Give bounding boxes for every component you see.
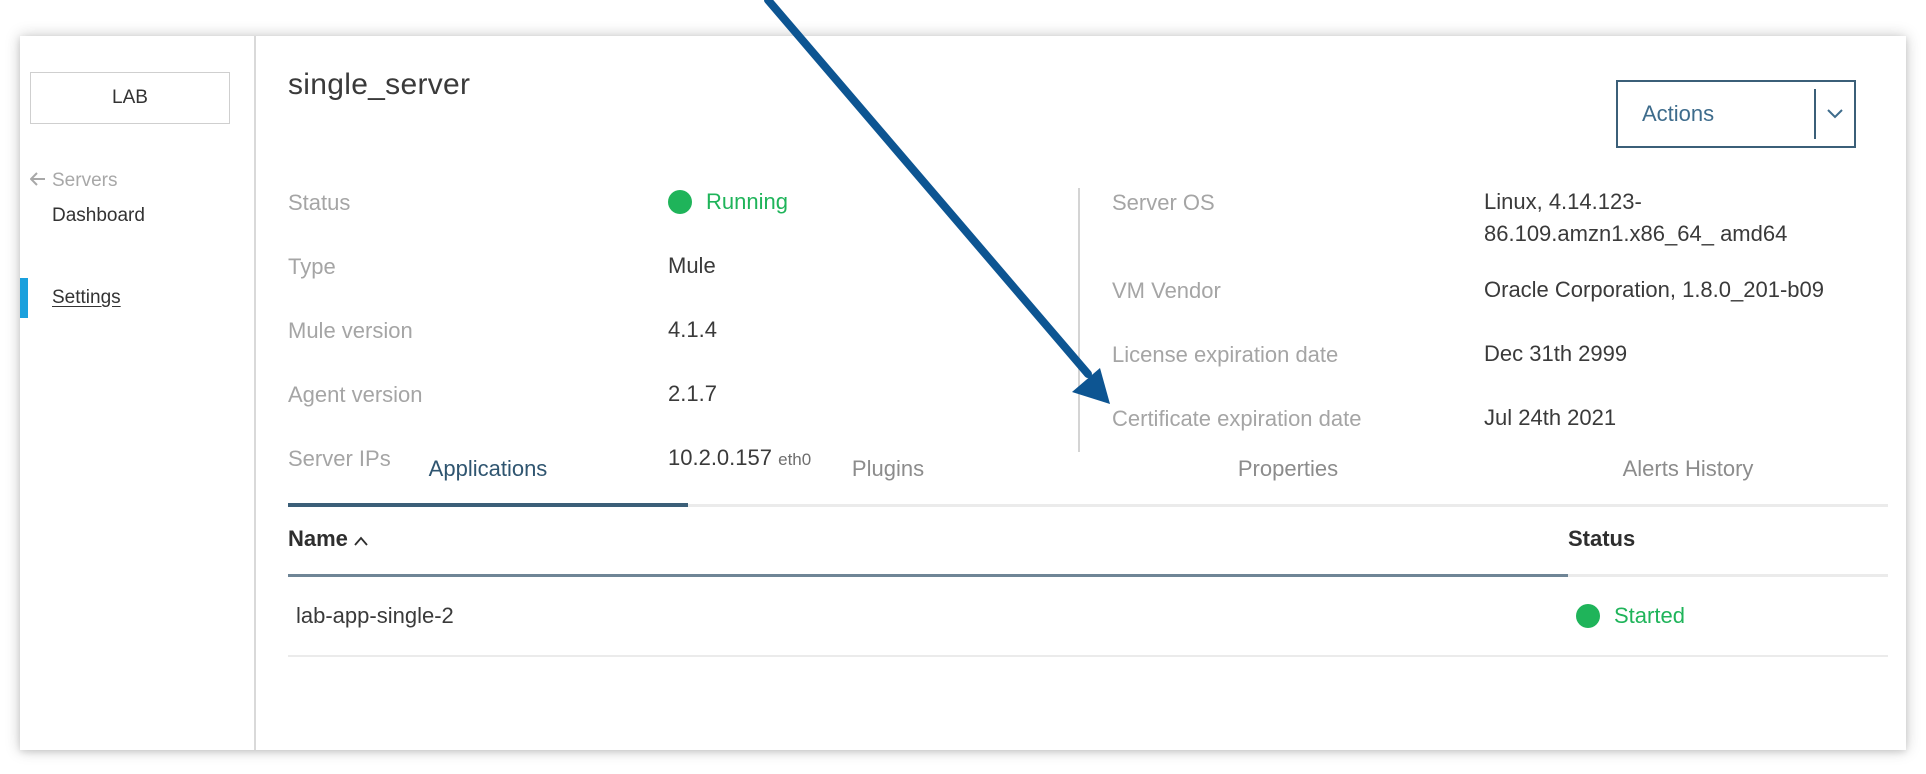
actions-label: Actions bbox=[1642, 101, 1715, 126]
tab-bar: Applications Plugins Properties Alerts H… bbox=[288, 434, 1888, 507]
actions-dropdown-button[interactable]: Actions bbox=[1616, 80, 1856, 148]
server-os-value-line1: Linux, 4.14.123- bbox=[1484, 189, 1642, 214]
app-name-cell[interactable]: lab-app-single-2 bbox=[288, 603, 1568, 629]
table-row[interactable]: lab-app-single-2 Started bbox=[288, 577, 1888, 657]
mule-version-value: 4.1.4 bbox=[668, 317, 717, 342]
back-link-label: Servers bbox=[52, 170, 118, 191]
sidebar-item-dashboard[interactable]: Dashboard bbox=[20, 196, 252, 236]
status-running-dot-icon bbox=[668, 190, 692, 214]
tab-label: Applications bbox=[428, 456, 548, 481]
sidebar: LAB Servers Dashboard Settings bbox=[20, 36, 256, 750]
certificate-expiration-label: Certificate expiration date bbox=[1112, 406, 1362, 431]
certificate-expiration-value: Jul 24th 2021 bbox=[1484, 405, 1617, 430]
server-os-value: Linux, 4.14.123- 86.109.amzn1.x86_64_ am… bbox=[1484, 186, 1787, 250]
left-arrow-icon bbox=[29, 170, 46, 192]
applications-table: Name Status lab-app-single-2 Started bbox=[288, 504, 1888, 657]
details-divider bbox=[1078, 188, 1080, 452]
server-os-value-line2: 86.109.amzn1.x86_64_ amd64 bbox=[1484, 221, 1788, 246]
chevron-down-icon bbox=[1816, 109, 1854, 119]
page-title: single_server bbox=[288, 68, 471, 101]
sidebar-item-label: Dashboard bbox=[52, 205, 145, 226]
sidebar-item-settings[interactable]: Settings bbox=[20, 278, 252, 318]
tab-label: Alerts History bbox=[1622, 456, 1754, 481]
environment-label: LAB bbox=[112, 87, 148, 108]
back-to-servers-link[interactable]: Servers bbox=[29, 170, 118, 192]
column-header-status[interactable]: Status bbox=[1568, 526, 1888, 552]
tab-applications[interactable]: Applications bbox=[288, 434, 688, 507]
tab-plugins[interactable]: Plugins bbox=[688, 434, 1088, 504]
type-label: Type bbox=[288, 254, 336, 279]
vm-vendor-label: VM Vendor bbox=[1112, 278, 1221, 303]
column-header-label: Name bbox=[288, 526, 348, 551]
sidebar-item-label: Settings bbox=[52, 287, 121, 308]
server-os-label: Server OS bbox=[1112, 190, 1215, 215]
mule-version-label: Mule version bbox=[288, 318, 413, 343]
status-started-dot-icon bbox=[1576, 604, 1600, 628]
app-status-text: Started bbox=[1614, 603, 1685, 628]
column-header-label: Status bbox=[1568, 526, 1636, 551]
tab-label: Properties bbox=[1237, 456, 1339, 481]
app-status-cell: Started bbox=[1568, 603, 1888, 629]
status-value: Running bbox=[668, 186, 788, 218]
vm-vendor-value: Oracle Corporation, 1.8.0_201-b09 bbox=[1484, 277, 1824, 302]
tab-alerts-history[interactable]: Alerts History bbox=[1488, 434, 1888, 504]
status-value-text: Running bbox=[706, 189, 788, 214]
agent-version-label: Agent version bbox=[288, 382, 423, 407]
sort-ascending-icon bbox=[354, 526, 368, 552]
tab-properties[interactable]: Properties bbox=[1088, 434, 1488, 504]
table-header: Name Status bbox=[288, 504, 1888, 577]
environment-selector[interactable]: LAB bbox=[30, 72, 230, 124]
column-header-name[interactable]: Name bbox=[288, 526, 1568, 552]
server-details-window: LAB Servers Dashboard Settings single_se… bbox=[20, 36, 1906, 750]
license-expiration-label: License expiration date bbox=[1112, 342, 1339, 367]
tab-label: Plugins bbox=[851, 456, 925, 481]
status-label: Status bbox=[288, 190, 351, 215]
license-expiration-value: Dec 31th 2999 bbox=[1484, 341, 1628, 366]
agent-version-value: 2.1.7 bbox=[668, 381, 717, 406]
type-value: Mule bbox=[668, 253, 716, 278]
